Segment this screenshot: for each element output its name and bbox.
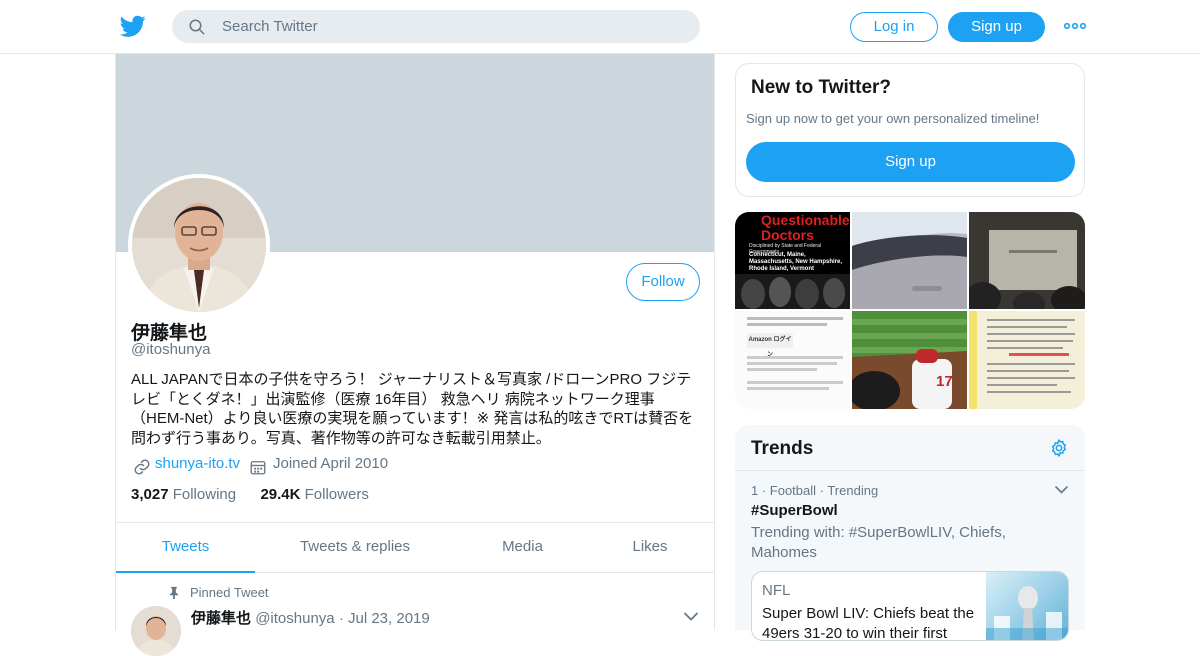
media-thumb-book-cover[interactable]: Questionable Doctors Disciplined by Stat… (735, 212, 850, 309)
document-text-line (987, 347, 1063, 349)
profile-joined-date: Joined April 2010 (273, 455, 389, 472)
screenshot-text-line (747, 362, 837, 365)
new-to-twitter-card: New to Twitter? Sign up now to get your … (735, 63, 1085, 197)
profile-tabs: Tweets Tweets & replies Media Likes (116, 522, 714, 573)
screenshot-login-button: Amazon ログイン (747, 333, 793, 358)
car-photo-image (852, 212, 967, 309)
news-headline: Super Bowl LIV: Chiefs beat the 49ers 31… (762, 605, 975, 641)
login-button[interactable]: Log in (850, 12, 938, 42)
twitter-bird-logo-icon[interactable] (120, 13, 146, 39)
link-icon (134, 459, 150, 475)
media-thumb-lecture[interactable] (969, 212, 1085, 309)
profile-column: Follow 伊藤隼也 @itoshunya ALL JAPANで日本の子供を守… (115, 54, 715, 656)
tweet-separator: · (338, 610, 344, 627)
tweet-author-handle[interactable]: @itoshunya (255, 610, 334, 627)
tweet-date[interactable]: Jul 23, 2019 (348, 610, 430, 627)
avatar-portrait-image (132, 178, 266, 312)
news-source: NFL (762, 582, 791, 599)
document-red-text (1009, 353, 1069, 356)
top-navigation-bar: Log in Sign up (0, 0, 1200, 54)
media-grid: Questionable Doctors Disciplined by Stat… (735, 212, 1085, 409)
followers-stat[interactable]: 29.4K Followers (260, 486, 368, 503)
more-options-icon[interactable] (1064, 19, 1086, 33)
trend-hashtag[interactable]: #SuperBowl (751, 502, 838, 519)
followers-count: 29.4K (260, 486, 301, 503)
document-text-line (987, 340, 1073, 342)
book-states-text: Connecticut, Maine, Massachusetts, New H… (749, 252, 843, 272)
media-thumb-car[interactable] (852, 212, 967, 309)
profile-bio: ALL JAPANで日本の子供を守ろう！ ジャーナリスト＆写真家 /ドローンPR… (131, 371, 694, 447)
followers-label: Followers (304, 486, 369, 503)
lecture-photo-image (969, 212, 1085, 309)
media-thumb-baseball[interactable]: 17 (852, 311, 967, 409)
pinned-tweet-label: Pinned Tweet (190, 585, 269, 600)
media-thumb-document[interactable] (969, 311, 1085, 409)
tab-tweets[interactable]: Tweets (116, 523, 255, 573)
sidebar-signup-button[interactable]: Sign up (746, 142, 1075, 182)
document-text-line (987, 370, 1069, 372)
media-thumb-screenshot[interactable]: Amazon ログイン (735, 311, 850, 409)
profile-website-link[interactable]: shunya-ito.tv (155, 455, 240, 472)
jersey-number: 17 (936, 373, 953, 390)
search-input[interactable] (222, 10, 682, 43)
new-to-twitter-subtitle: Sign up now to get your own personalized… (746, 111, 1040, 126)
tweet-avatar[interactable] (131, 606, 181, 656)
news-thumbnail (986, 572, 1068, 640)
signup-button[interactable]: Sign up (948, 12, 1045, 42)
document-edge (969, 311, 977, 409)
screenshot-text-line (747, 381, 843, 384)
profile-stats: 3,027 Following 29.4K Followers (131, 486, 369, 503)
book-faces-image (735, 274, 850, 309)
tab-tweets-and-replies[interactable]: Tweets & replies (276, 523, 434, 573)
new-to-twitter-title: New to Twitter? (751, 77, 892, 98)
trend-related: Trending with: #SuperBowlLIV, Chiefs, Ma… (751, 524, 1006, 561)
profile-avatar[interactable] (128, 174, 270, 316)
trends-divider (735, 470, 1085, 471)
document-text-line (987, 363, 1075, 365)
document-text-line (987, 391, 1071, 393)
profile-handle: @itoshunya (131, 341, 211, 358)
screenshot-text-line (747, 356, 843, 359)
baseball-photo-image (852, 311, 967, 409)
document-text-line (987, 326, 1067, 328)
pin-icon (169, 586, 179, 599)
document-text-line (987, 377, 1075, 379)
search-bar[interactable] (172, 10, 700, 43)
follow-button[interactable]: Follow (626, 263, 700, 301)
search-icon (189, 19, 205, 35)
following-stat[interactable]: 3,027 Following (131, 486, 236, 503)
tab-likes[interactable]: Likes (610, 523, 690, 573)
trend-meta: 1 · Football · Trending (751, 483, 879, 498)
trend-news-card[interactable]: NFL Super Bowl LIV: Chiefs beat the 49er… (751, 571, 1069, 641)
trends-panel: Trends 1 · Football · Trending #SuperBow… (735, 425, 1085, 641)
trophy-image (986, 586, 1068, 640)
document-text-line (987, 384, 1057, 386)
screenshot-text-line (747, 387, 829, 390)
trends-title: Trends (751, 438, 814, 459)
screenshot-text-line (747, 323, 827, 326)
book-title-text: Questionable Doctors (761, 212, 850, 243)
tweet-header: 伊藤隼也 @itoshunya · Jul 23, 2019 (191, 607, 430, 628)
chevron-down-icon[interactable] (684, 612, 698, 621)
tab-media[interactable]: Media (476, 523, 569, 573)
tweet-author-name[interactable]: 伊藤隼也 (191, 610, 251, 627)
gear-icon[interactable] (1049, 438, 1069, 458)
following-count: 3,027 (131, 486, 169, 503)
screenshot-text-line (747, 368, 817, 371)
document-text-line (987, 319, 1075, 321)
chevron-down-icon[interactable] (1055, 486, 1068, 494)
screenshot-text-line (747, 317, 843, 320)
following-label: Following (172, 486, 237, 503)
tweet-avatar-image (131, 606, 181, 656)
calendar-icon (250, 461, 266, 475)
document-text-line (987, 333, 1075, 335)
